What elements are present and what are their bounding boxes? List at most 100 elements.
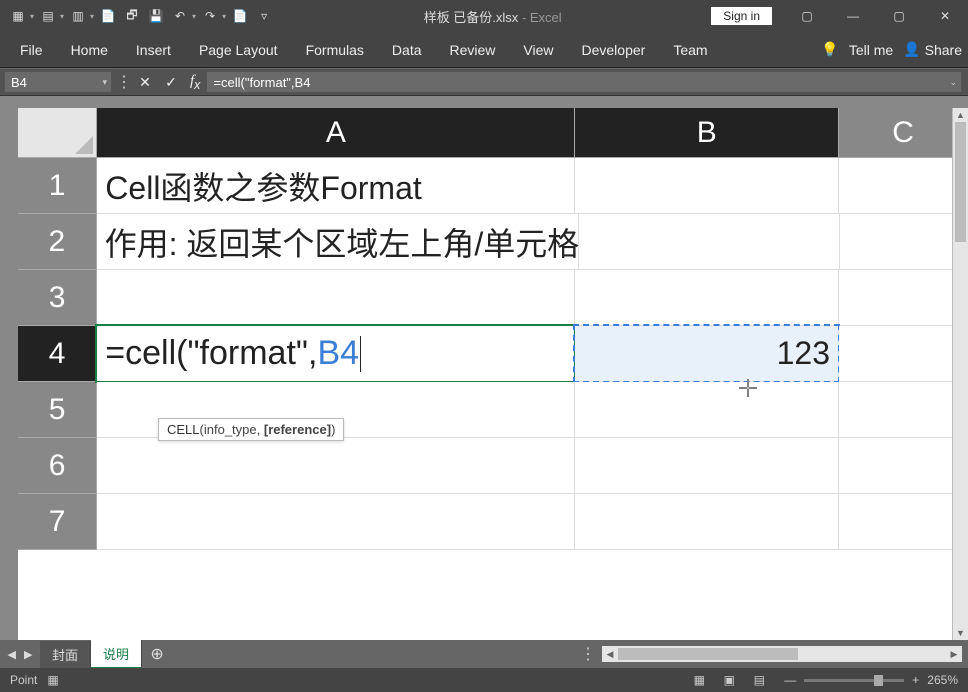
tab-page-layout[interactable]: Page Layout: [185, 34, 292, 66]
cell-b7[interactable]: [575, 494, 839, 550]
vertical-scrollbar[interactable]: ▲ ▼: [952, 108, 968, 640]
cell-b3[interactable]: [575, 270, 839, 326]
normal-view-icon[interactable]: ▦: [684, 670, 714, 690]
cell-edit-box[interactable]: =cell("format",B4: [95, 324, 576, 383]
scroll-right-icon[interactable]: ▶: [946, 649, 962, 660]
select-all-corner[interactable]: [18, 108, 97, 158]
save-icon[interactable]: 💾: [146, 6, 166, 26]
horizontal-scrollbar[interactable]: ◀ ▶: [602, 646, 962, 662]
tell-me-icon[interactable]: 💡: [821, 41, 838, 58]
fx-icon[interactable]: fx: [184, 73, 206, 92]
qat-drop-1[interactable]: ▾: [30, 12, 34, 21]
sheet-tab-1[interactable]: 说明: [91, 640, 142, 669]
cell-a7[interactable]: [97, 494, 575, 550]
excel-window: ▦▾ ▤▾ ▥▾ 📄 🗗 💾 ↶▾ ↷▾ 📄 ▿ 样板 已备份.xlsx - E…: [0, 0, 968, 692]
zoom-out-icon[interactable]: —: [784, 673, 796, 687]
cell-c7[interactable]: [839, 494, 968, 550]
tab-insert[interactable]: Insert: [122, 34, 185, 66]
enter-formula-icon[interactable]: ✓: [158, 71, 184, 93]
name-box[interactable]: B4 ▾: [4, 71, 112, 93]
cell-a4[interactable]: =cell("format",B4: [97, 326, 575, 382]
sheet-tabs-bar: ◀▶ 封面 说明 ⊕ ⋮ ◀ ▶: [0, 640, 968, 668]
share-button[interactable]: 👤 Share: [903, 41, 962, 58]
row-header-2[interactable]: 2: [18, 214, 97, 270]
formula-input[interactable]: =cell("format",B4 ⌄: [206, 71, 962, 93]
redo-drop[interactable]: ▾: [222, 12, 226, 21]
col-header-a[interactable]: A: [97, 108, 575, 158]
scroll-down-icon[interactable]: ▼: [953, 626, 968, 640]
sheet-tab-0[interactable]: 封面: [40, 641, 91, 668]
cell-b2[interactable]: [579, 214, 840, 270]
zoom-thumb[interactable]: [874, 675, 883, 686]
sheet-nav-arrows[interactable]: ◀▶: [0, 648, 40, 661]
cell-b5[interactable]: [575, 382, 839, 438]
scroll-up-icon[interactable]: ▲: [953, 108, 968, 122]
macro-record-icon[interactable]: ▦: [47, 673, 58, 687]
tab-formulas[interactable]: Formulas: [292, 34, 378, 66]
row-header-6[interactable]: 6: [18, 438, 97, 494]
name-box-drop-icon[interactable]: ▾: [102, 77, 107, 88]
tab-view[interactable]: View: [509, 34, 567, 66]
row-header-5[interactable]: 5: [18, 382, 97, 438]
redo-icon[interactable]: ↷: [200, 6, 220, 26]
hscroll-thumb[interactable]: [618, 648, 798, 660]
tab-developer[interactable]: Developer: [568, 34, 660, 66]
zoom-level[interactable]: 265%: [927, 673, 958, 687]
tab-file[interactable]: File: [6, 34, 57, 66]
cell-b4[interactable]: 123: [575, 326, 839, 382]
function-tooltip[interactable]: CELL(info_type, [reference]): [158, 418, 344, 441]
page-break-view-icon[interactable]: ▤: [744, 670, 774, 690]
qat-icon-3[interactable]: ▥: [68, 6, 88, 26]
qat-icon-1[interactable]: ▦: [8, 6, 28, 26]
cell-a6[interactable]: [97, 438, 575, 494]
col-header-c[interactable]: C: [839, 108, 968, 158]
tab-review[interactable]: Review: [436, 34, 510, 66]
cell-a1[interactable]: Cell函数之参数Format: [97, 158, 575, 214]
col-header-b[interactable]: B: [575, 108, 839, 158]
new-sheet-icon[interactable]: ⊕: [142, 644, 172, 664]
undo-drop[interactable]: ▾: [192, 12, 196, 21]
row-header-7[interactable]: 7: [18, 494, 97, 550]
formula-expand-icon[interactable]: ⌄: [949, 77, 957, 88]
ribbon-display-icon[interactable]: ▢: [784, 1, 830, 31]
qat-icon-2[interactable]: ▤: [38, 6, 58, 26]
cell-a3[interactable]: [97, 270, 575, 326]
vscroll-thumb[interactable]: [955, 122, 966, 242]
qat-icon-5[interactable]: 🗗: [122, 6, 142, 26]
row-header-1[interactable]: 1: [18, 158, 97, 214]
tooltip-fn-name: CELL: [167, 422, 200, 437]
cell-a2[interactable]: 作用: 返回某个区域左上角/单元格格式: [97, 214, 579, 270]
row-header-3[interactable]: 3: [18, 270, 97, 326]
qat-icon-4[interactable]: 📄: [98, 6, 118, 26]
qat-drop-2[interactable]: ▾: [60, 12, 64, 21]
cell-c4[interactable]: [839, 326, 968, 382]
qat-customize-icon[interactable]: ▿: [254, 6, 274, 26]
spreadsheet-grid[interactable]: A B C 1 Cell函数之参数Format 2 作用: 返回某个区域左上角/…: [18, 108, 968, 640]
sign-in-button[interactable]: Sign in: [711, 7, 772, 25]
maximize-icon[interactable]: ▢: [876, 1, 922, 31]
tab-home[interactable]: Home: [57, 34, 122, 66]
scroll-left-icon[interactable]: ◀: [602, 649, 618, 660]
ribbon-tabs: File Home Insert Page Layout Formulas Da…: [0, 32, 968, 68]
cell-c2[interactable]: [840, 214, 968, 270]
cell-c5[interactable]: [839, 382, 968, 438]
new-icon[interactable]: 📄: [230, 6, 250, 26]
tab-team[interactable]: Team: [659, 34, 721, 66]
undo-icon[interactable]: ↶: [170, 6, 190, 26]
zoom-in-icon[interactable]: +: [912, 673, 919, 687]
row-header-4[interactable]: 4: [18, 326, 97, 382]
qat-drop-3[interactable]: ▾: [90, 12, 94, 21]
minimize-icon[interactable]: —: [830, 1, 876, 31]
cell-c1[interactable]: [839, 158, 968, 214]
close-icon[interactable]: ✕: [922, 1, 968, 31]
cell-b1[interactable]: [575, 158, 839, 214]
cancel-formula-icon[interactable]: ✕: [132, 71, 158, 93]
zoom-slider[interactable]: [804, 679, 904, 682]
tab-data[interactable]: Data: [378, 34, 436, 66]
cell-c6[interactable]: [839, 438, 968, 494]
page-layout-view-icon[interactable]: ▣: [714, 670, 744, 690]
tooltip-args-bold: [reference]: [264, 422, 331, 437]
cell-b6[interactable]: [575, 438, 839, 494]
tell-me-text[interactable]: Tell me: [849, 42, 893, 58]
cell-c3[interactable]: [839, 270, 968, 326]
